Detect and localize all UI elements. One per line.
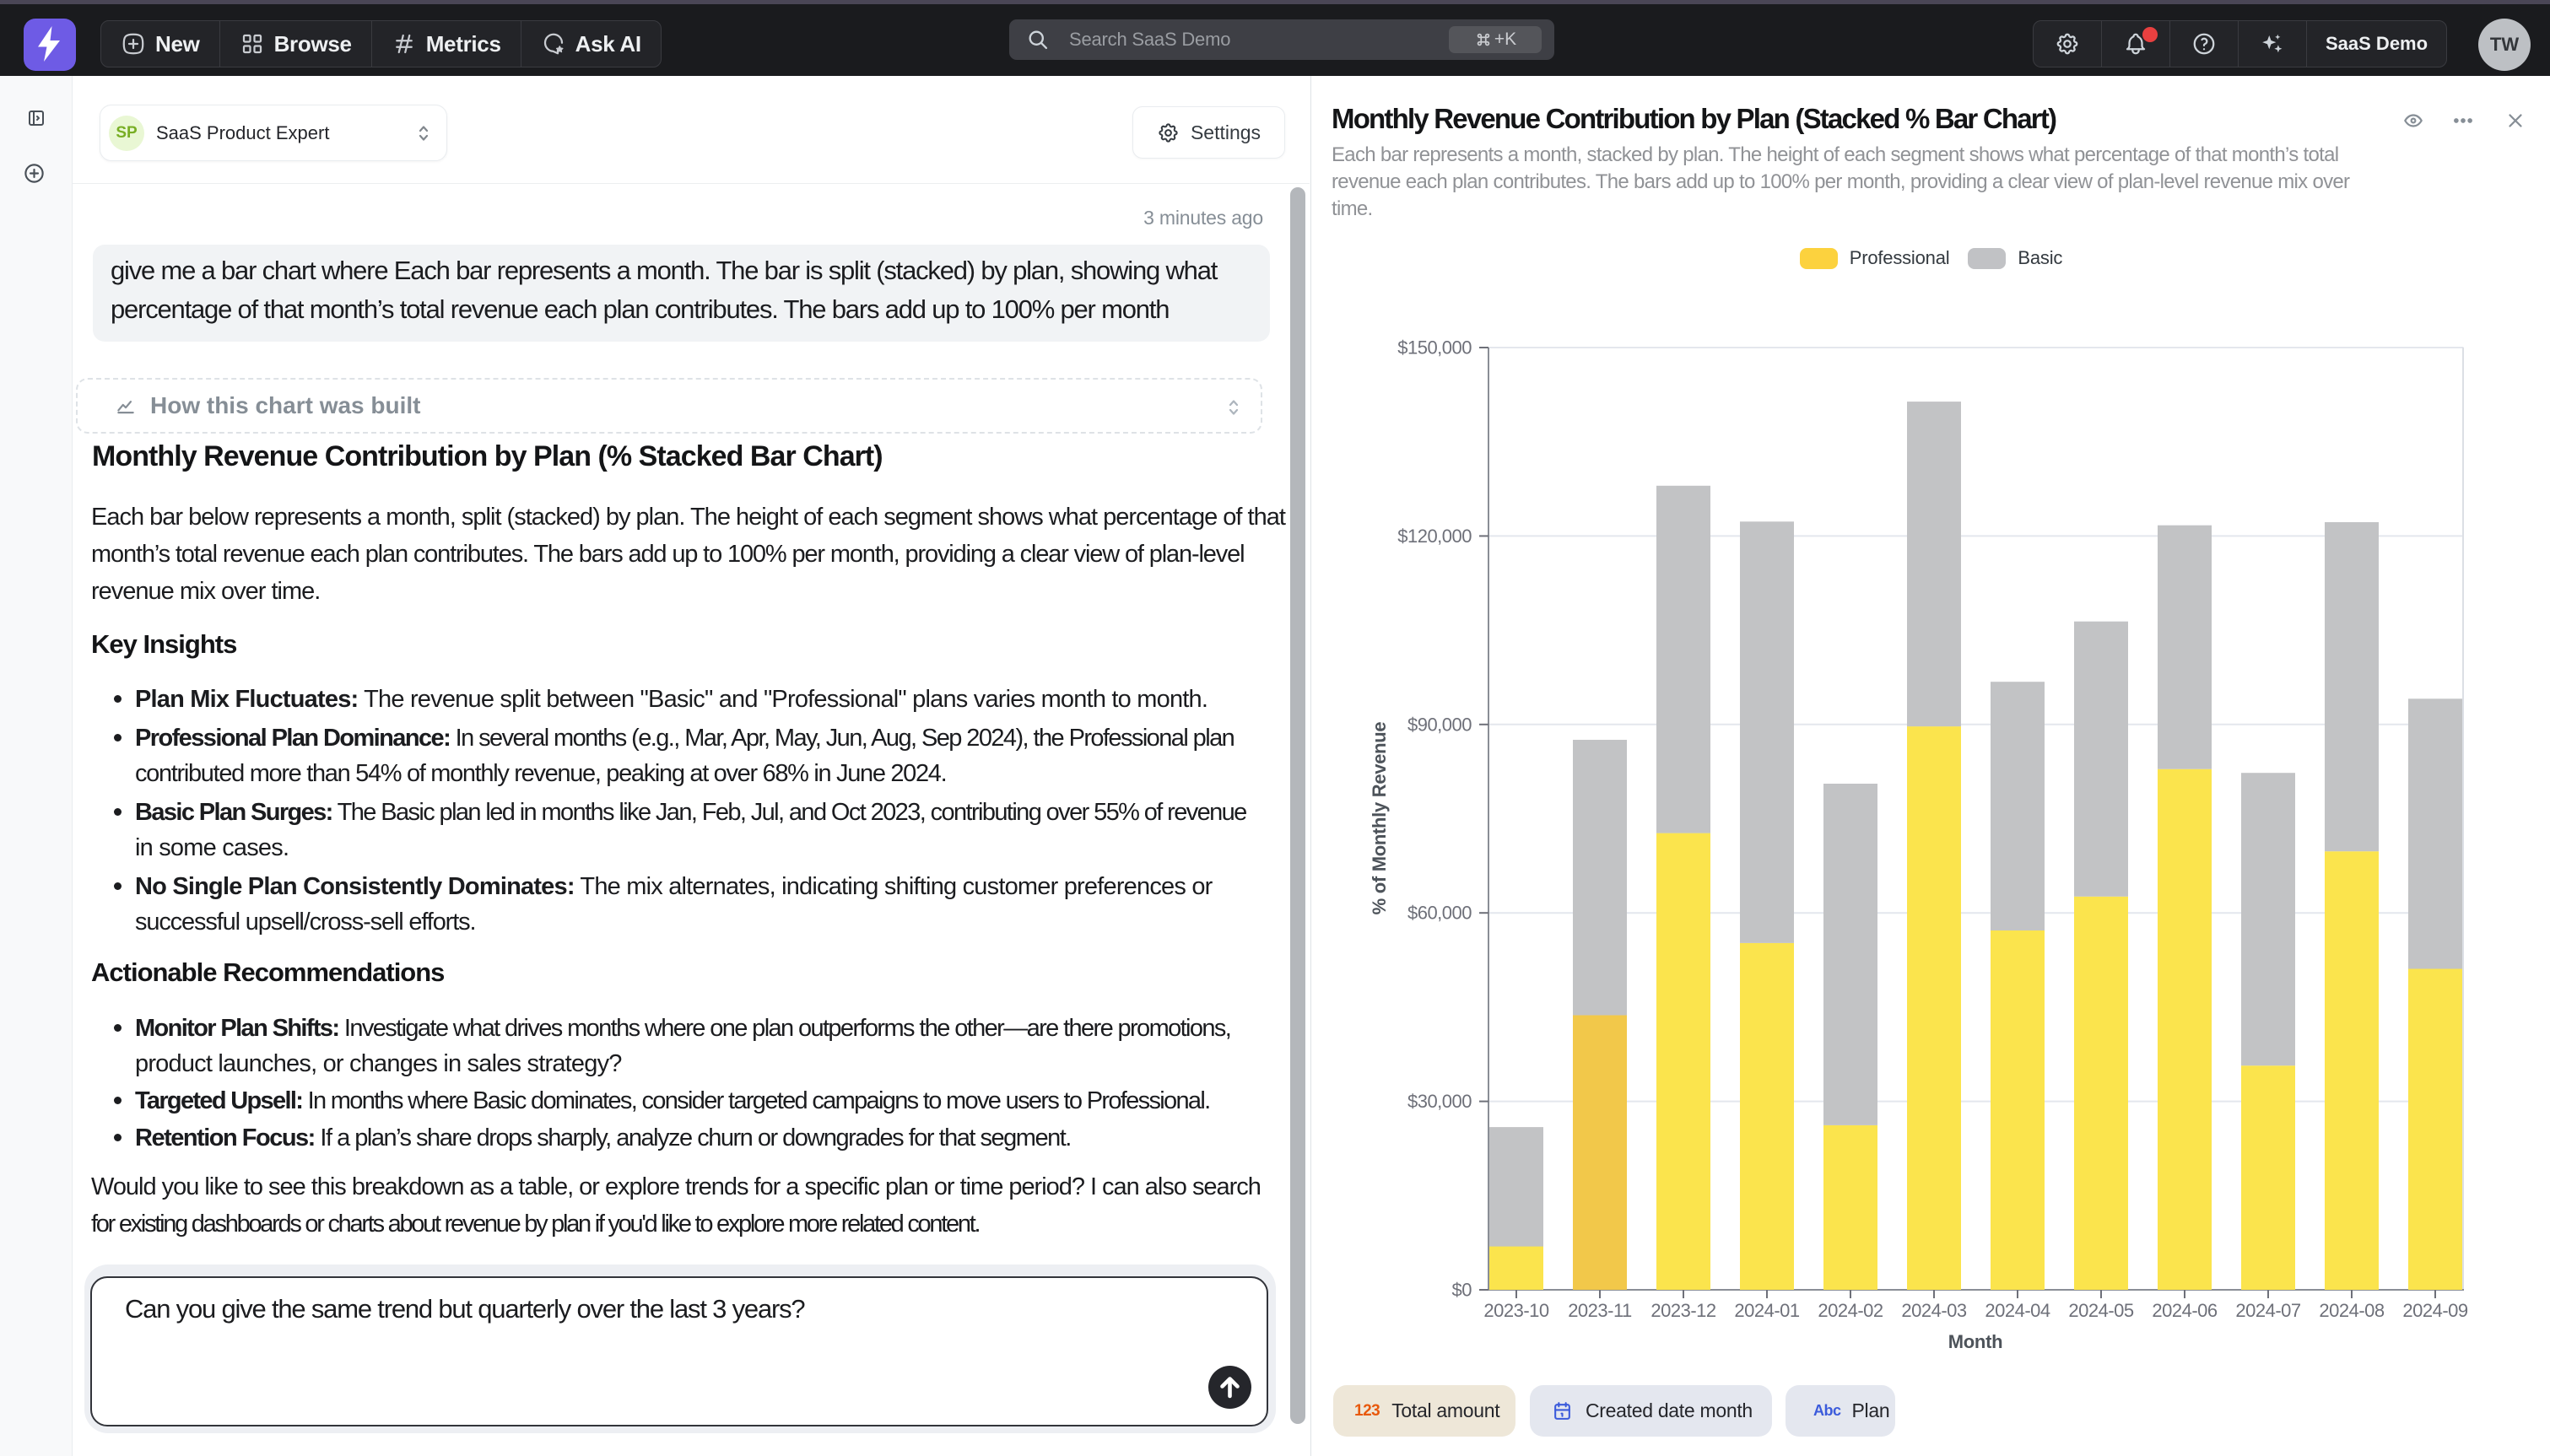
svg-text:2023-11: 2023-11 [1568, 1300, 1632, 1321]
svg-text:2023-10: 2023-10 [1483, 1300, 1549, 1321]
svg-text:2024-06: 2024-06 [2152, 1300, 2218, 1321]
svg-text:$150,000: $150,000 [1397, 337, 1472, 359]
svg-text:2024-03: 2024-03 [1901, 1300, 1967, 1321]
svg-text:$90,000: $90,000 [1407, 714, 1472, 735]
svg-text:% of Monthly Revenue: % of Monthly Revenue [1369, 722, 1390, 915]
svg-text:$30,000: $30,000 [1407, 1091, 1472, 1112]
svg-text:2024-07: 2024-07 [2235, 1300, 2301, 1321]
svg-text:2024-04: 2024-04 [1985, 1300, 2050, 1321]
svg-text:2024-01: 2024-01 [1734, 1300, 1800, 1321]
svg-text:Month: Month [1948, 1331, 2002, 1352]
svg-text:$60,000: $60,000 [1407, 903, 1472, 924]
svg-text:2024-02: 2024-02 [1818, 1300, 1883, 1321]
svg-text:2024-05: 2024-05 [2068, 1300, 2134, 1321]
svg-text:$120,000: $120,000 [1397, 526, 1472, 547]
svg-text:2024-08: 2024-08 [2319, 1300, 2385, 1321]
svg-text:2023-12: 2023-12 [1650, 1300, 1716, 1321]
svg-text:$0: $0 [1452, 1280, 1472, 1301]
svg-text:2024-09: 2024-09 [2402, 1300, 2468, 1321]
